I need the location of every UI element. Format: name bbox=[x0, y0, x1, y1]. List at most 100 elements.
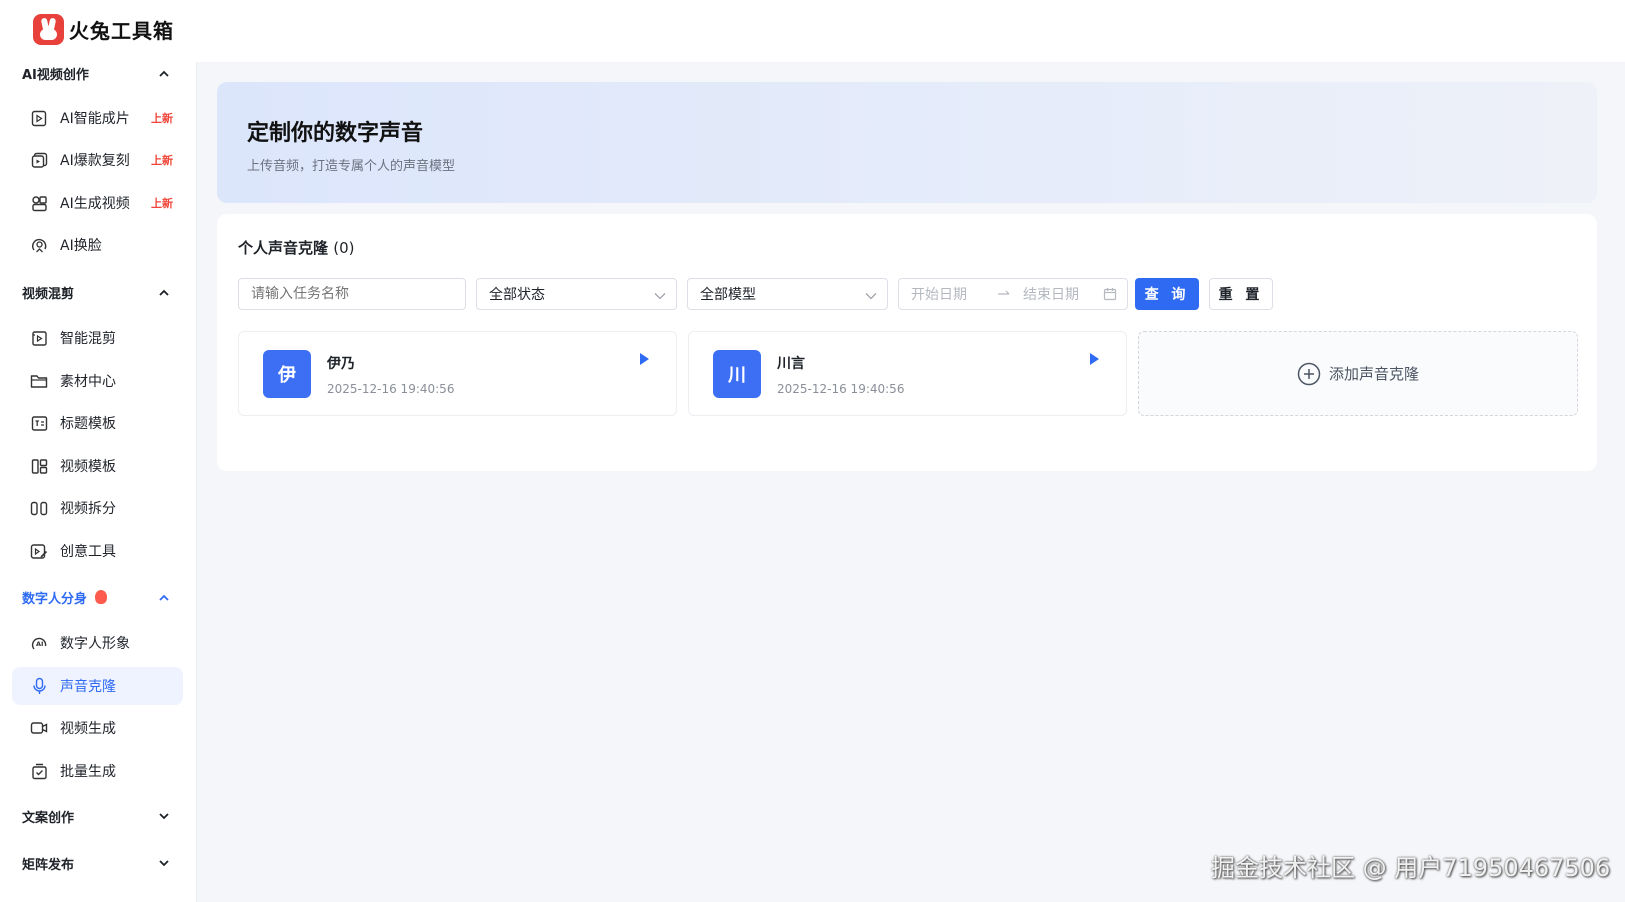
sidebar-item-asset-center[interactable]: 素材中心 bbox=[12, 362, 183, 400]
chevron-down-icon bbox=[156, 855, 172, 871]
sidebar-item-video-generate[interactable]: 视频生成 bbox=[12, 709, 183, 747]
sidebar-item-digital-human-avatar[interactable]: AI 数字人形象 bbox=[12, 624, 183, 662]
banner-title: 定制你的数字声音 bbox=[247, 121, 424, 146]
split-icon bbox=[30, 499, 48, 517]
panel-count: (0) bbox=[333, 239, 355, 257]
arrow-right-icon bbox=[997, 290, 1011, 298]
sidebar-group-digital-human[interactable]: 数字人分身 bbox=[22, 586, 172, 608]
add-voice-clone-button[interactable]: 添加声音克隆 bbox=[1138, 331, 1578, 416]
sidebar-item-voice-clone[interactable]: 声音克隆 bbox=[12, 667, 183, 705]
play-icon[interactable] bbox=[1089, 352, 1100, 370]
chevron-up-icon bbox=[156, 65, 172, 81]
banner-subtitle: 上传音频，打造专属个人的声音模型 bbox=[247, 159, 456, 174]
model-select-value: 全部模型 bbox=[700, 287, 756, 303]
sidebar-group-label: AI视频创作 bbox=[22, 67, 89, 83]
digital-human-icon: AI bbox=[30, 634, 48, 652]
calendar-icon bbox=[1103, 287, 1117, 305]
sidebar-item-label: 视频拆分 bbox=[60, 501, 116, 517]
sidebar-item-smart-mix[interactable]: 智能混剪 bbox=[12, 319, 183, 357]
sidebar-group-label: 矩阵发布 bbox=[22, 857, 75, 873]
sidebar-group-copywriting[interactable]: 文案创作 bbox=[22, 805, 172, 827]
svg-text:AI: AI bbox=[36, 640, 43, 648]
face-swap-icon bbox=[30, 236, 48, 254]
sidebar-item-label: AI换脸 bbox=[60, 238, 102, 254]
smart-mix-icon bbox=[30, 329, 48, 347]
watermark: 掘金技术社区 @ 用户71950467506 bbox=[1211, 854, 1611, 882]
chevron-down-icon bbox=[865, 288, 877, 304]
sidebar-group-video-mix[interactable]: 视频混剪 bbox=[22, 281, 172, 303]
plus-circle-icon bbox=[1297, 362, 1321, 386]
voice-card[interactable]: 川 川言 2025-12-16 19:40:56 bbox=[688, 331, 1127, 416]
title-template-icon bbox=[30, 414, 48, 432]
reset-button[interactable]: 重 置 bbox=[1209, 278, 1273, 310]
voice-avatar: 川 bbox=[713, 350, 761, 398]
sidebar-group-label: 数字人分身 bbox=[22, 591, 88, 607]
sidebar-group-label: 文案创作 bbox=[22, 810, 75, 826]
sidebar-item-label: 视频生成 bbox=[60, 721, 116, 737]
sidebar-item-title-template[interactable]: 标题模板 bbox=[12, 404, 183, 442]
sidebar-item-label: 创意工具 bbox=[60, 544, 116, 560]
sidebar-item-label: 视频模板 bbox=[60, 459, 116, 475]
new-badge: 上新 bbox=[151, 154, 173, 167]
sidebar-item-label: 批量生成 bbox=[60, 764, 116, 780]
end-date-input[interactable]: 结束日期 bbox=[1023, 284, 1079, 304]
sidebar-item-label: AI生成视频 bbox=[60, 196, 130, 212]
batch-icon bbox=[30, 762, 48, 780]
ai-copy-icon bbox=[30, 151, 48, 169]
status-select-value: 全部状态 bbox=[489, 287, 545, 303]
new-badge: 上新 bbox=[151, 112, 173, 125]
app-logo[interactable]: 火兔工具箱 bbox=[33, 14, 174, 45]
voice-avatar: 伊 bbox=[263, 350, 311, 398]
sidebar-item-video-template[interactable]: 视频模板 bbox=[12, 447, 183, 485]
folder-icon bbox=[30, 372, 48, 390]
panel-title-text: 个人声音克隆 bbox=[238, 239, 329, 257]
microphone-icon bbox=[30, 677, 48, 695]
chevron-up-icon bbox=[156, 589, 172, 605]
sidebar-item-creative-tools[interactable]: 创意工具 bbox=[12, 532, 183, 570]
play-icon[interactable] bbox=[639, 352, 650, 370]
sidebar-item-batch-generate[interactable]: 批量生成 bbox=[12, 752, 183, 790]
creative-tool-icon bbox=[30, 542, 48, 560]
model-select[interactable]: 全部模型 bbox=[687, 278, 888, 310]
sidebar-item-ai-hit-copy[interactable]: AI爆款复刻 上新 bbox=[12, 141, 183, 179]
sidebar-item-label: 声音克隆 bbox=[60, 679, 116, 695]
sidebar-item-ai-generate-video[interactable]: AI生成视频 上新 bbox=[12, 184, 183, 222]
voice-created-time: 2025-12-16 19:40:56 bbox=[777, 382, 905, 396]
rabbit-logo-icon bbox=[33, 14, 64, 45]
voice-name: 川言 bbox=[777, 356, 805, 372]
sidebar-group-matrix-publish[interactable]: 矩阵发布 bbox=[22, 852, 172, 874]
sidebar-item-label: AI爆款复刻 bbox=[60, 153, 130, 169]
chevron-down-icon bbox=[156, 808, 172, 824]
ai-video-icon bbox=[30, 109, 48, 127]
ai-generate-icon bbox=[30, 194, 48, 212]
fire-icon bbox=[95, 590, 108, 604]
voice-created-time: 2025-12-16 19:40:56 bbox=[327, 382, 455, 396]
panel-title: 个人声音克隆 (0) bbox=[238, 237, 355, 258]
sidebar-item-label: 标题模板 bbox=[60, 416, 116, 432]
video-camera-icon bbox=[30, 719, 48, 737]
start-date-input[interactable]: 开始日期 bbox=[911, 284, 967, 304]
chevron-up-icon bbox=[156, 284, 172, 300]
sidebar-group-label: 视频混剪 bbox=[22, 286, 75, 302]
sidebar-item-video-split[interactable]: 视频拆分 bbox=[12, 489, 183, 527]
top-bar: 火兔工具箱 bbox=[0, 0, 1625, 62]
sidebar-item-label: AI智能成片 bbox=[60, 111, 130, 127]
app-name: 火兔工具箱 bbox=[69, 19, 174, 43]
chevron-down-icon bbox=[654, 288, 666, 304]
sidebar-item-label: 智能混剪 bbox=[60, 331, 116, 347]
voice-card[interactable]: 伊 伊乃 2025-12-16 19:40:56 bbox=[238, 331, 677, 416]
new-badge: 上新 bbox=[151, 197, 173, 210]
task-name-input[interactable] bbox=[238, 278, 466, 310]
video-template-icon bbox=[30, 457, 48, 475]
hero-banner: 定制你的数字声音 上传音频，打造专属个人的声音模型 bbox=[217, 82, 1597, 203]
add-voice-clone-label: 添加声音克隆 bbox=[1328, 365, 1419, 383]
sidebar-group-ai-video[interactable]: AI视频创作 bbox=[22, 62, 172, 84]
voice-clone-panel: 个人声音克隆 (0) 全部状态 全部模型 开始日期 结束日期 查 询 重 置 伊… bbox=[217, 214, 1597, 471]
date-range-picker[interactable]: 开始日期 结束日期 bbox=[898, 278, 1128, 310]
sidebar-item-ai-smart-video[interactable]: AI智能成片 上新 bbox=[12, 99, 183, 137]
query-button[interactable]: 查 询 bbox=[1135, 278, 1199, 310]
status-select[interactable]: 全部状态 bbox=[476, 278, 677, 310]
sidebar: AI视频创作 AI智能成片 上新 AI爆款复刻 上新 AI生成视频 上新 AI换… bbox=[0, 62, 197, 902]
sidebar-item-label: 数字人形象 bbox=[60, 636, 130, 652]
sidebar-item-ai-face-swap[interactable]: AI换脸 bbox=[12, 226, 183, 264]
